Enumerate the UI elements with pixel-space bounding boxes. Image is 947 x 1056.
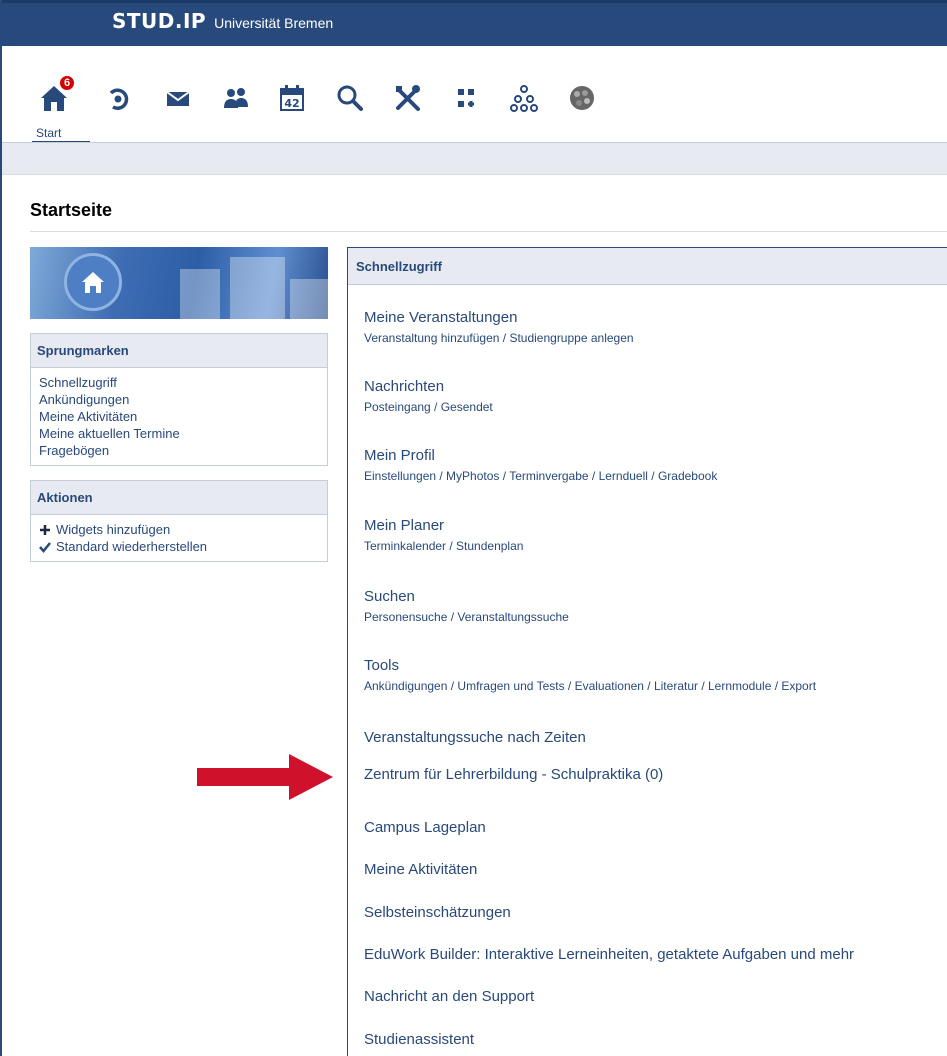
page-title: Startseite <box>30 200 113 220</box>
banner-building <box>230 257 285 319</box>
nav-start[interactable]: 6 <box>36 74 76 116</box>
courseware-icon <box>458 89 474 107</box>
annotation-arrow-icon <box>197 754 333 800</box>
quickaccess-entry: Mein Planer Terminkalender / Stundenplan <box>364 517 523 553</box>
jumpmark-link[interactable]: Schnellzugriff <box>39 374 319 391</box>
quickaccess-sublinks[interactable]: Terminkalender / Stundenplan <box>364 539 523 553</box>
quickaccess-widget: Schnellzugriff Meine Veranstaltungen Ver… <box>347 247 947 1056</box>
banner-building <box>180 269 220 319</box>
quickaccess-entry: Mein Profil Einstellungen / MyPhotos / T… <box>364 447 717 483</box>
jumpmarks-list: Schnellzugriff Ankündigungen Meine Aktiv… <box>31 368 327 465</box>
quickaccess-link[interactable]: Tools <box>364 657 816 674</box>
divider <box>30 231 947 232</box>
banner-building <box>290 279 328 319</box>
calendar-day: 42 <box>284 97 299 110</box>
quickaccess-link[interactable]: Meine Veranstaltungen <box>364 309 634 326</box>
nav-courseware[interactable] <box>448 80 484 116</box>
quickaccess-entry: EduWork Builder: Interaktive Lerneinheit… <box>364 946 854 963</box>
quickaccess-sublinks[interactable]: Posteingang / Gesendet <box>364 400 493 414</box>
quickaccess-link[interactable]: Mein Profil <box>364 447 717 464</box>
action-label: Standard wiederherstellen <box>56 539 208 554</box>
jumpmark-link[interactable]: Fragebögen <box>39 442 319 459</box>
main-navigation: 6 42 Start <box>2 46 947 143</box>
quickaccess-entry: Zentrum für Lehrerbildung - Schulpraktik… <box>364 766 663 783</box>
quickaccess-link[interactable]: Campus Lageplan <box>364 819 486 836</box>
quickaccess-link[interactable]: Nachrichten <box>364 378 493 395</box>
quickaccess-entry: Selbsteinschätzungen <box>364 904 511 921</box>
quickaccess-link[interactable]: Meine Aktivitäten <box>364 861 477 878</box>
quickaccess-sublinks[interactable]: Einstellungen / MyPhotos / Terminvergabe… <box>364 469 717 483</box>
quickaccess-link[interactable]: Suchen <box>364 588 569 605</box>
quickaccess-link[interactable]: Studienassistent <box>364 1031 474 1048</box>
community-icon <box>224 88 248 108</box>
add-widgets-action[interactable]: Widgets hinzufügen <box>39 521 319 538</box>
notification-badge: 6 <box>58 74 76 92</box>
nav-calendar[interactable]: 42 <box>274 80 310 116</box>
jumpmark-link[interactable]: Meine Aktivitäten <box>39 408 319 425</box>
jumpmarks-heading: Sprungmarken <box>31 334 327 368</box>
quickaccess-link[interactable]: Veranstaltungssuche nach Zeiten <box>364 729 586 746</box>
quickaccess-sublinks[interactable]: Veranstaltung hinzufügen / Studiengruppe… <box>364 331 634 345</box>
quickaccess-link[interactable]: Nachricht an den Support <box>364 988 534 1005</box>
avatar-icon <box>570 86 594 110</box>
org-icon <box>510 85 538 112</box>
actions-list: Widgets hinzufügen Standard wiederherste… <box>31 515 327 561</box>
home-icon <box>82 272 104 293</box>
quickaccess-entry: Tools Ankündigungen / Umfragen und Tests… <box>364 657 816 693</box>
quickaccess-entry: Nachrichten Posteingang / Gesendet <box>364 378 493 414</box>
quickaccess-link[interactable]: Selbsteinschätzungen <box>364 904 511 921</box>
mail-icon <box>166 91 190 106</box>
sidebar: Sprungmarken Schnellzugriff Ankündigunge… <box>30 247 328 562</box>
quickaccess-heading: Schnellzugriff <box>348 248 947 285</box>
quickaccess-entry: Meine Veranstaltungen Veranstaltung hinz… <box>364 309 634 345</box>
quickaccess-entry: Veranstaltungssuche nach Zeiten <box>364 729 586 746</box>
calendar-icon: 42 <box>280 85 304 111</box>
sidebar-banner <box>30 247 328 319</box>
actions-widget: Aktionen Widgets hinzufügen Standard wie… <box>30 480 328 562</box>
top-bar: STUD.IP Universität Bremen <box>2 0 947 46</box>
quickaccess-link[interactable]: EduWork Builder: Interaktive Lerneinheit… <box>364 946 854 963</box>
jumpmark-link[interactable]: Ankündigungen <box>39 391 319 408</box>
nav-tools[interactable] <box>390 80 426 116</box>
nav-messages[interactable] <box>160 80 196 116</box>
restore-default-action[interactable]: Standard wiederherstellen <box>39 538 319 555</box>
sub-navigation-bar <box>2 142 947 175</box>
quickaccess-entry: Studienassistent <box>364 1031 474 1048</box>
quickaccess-sublinks[interactable]: Ankündigungen / Umfragen und Tests / Eva… <box>364 679 816 693</box>
nav-organisation[interactable] <box>506 80 542 116</box>
quickaccess-entry: Suchen Personensuche / Veranstaltungssuc… <box>364 588 569 624</box>
quickaccess-sublinks[interactable]: Personensuche / Veranstaltungssuche <box>364 610 569 624</box>
quickaccess-link[interactable]: Mein Planer <box>364 517 523 534</box>
jumpmark-link[interactable]: Meine aktuellen Termine <box>39 425 319 442</box>
actions-heading: Aktionen <box>31 481 327 515</box>
nav-search[interactable] <box>332 80 368 116</box>
quickaccess-entry: Campus Lageplan <box>364 819 486 836</box>
logo-text: STUD.IP <box>112 9 207 33</box>
activity-icon <box>109 88 129 110</box>
plus-icon <box>40 524 50 535</box>
nav-community[interactable] <box>218 80 254 116</box>
nav-start-label[interactable]: Start <box>36 126 61 140</box>
search-icon <box>337 85 363 111</box>
university-name: Universität Bremen <box>214 15 334 31</box>
quickaccess-entry: Nachricht an den Support <box>364 988 534 1005</box>
action-label: Widgets hinzufügen <box>56 522 171 537</box>
quickaccess-entry: Meine Aktivitäten <box>364 861 477 878</box>
nav-activity[interactable] <box>100 80 136 116</box>
banner-home-circle <box>64 253 122 311</box>
nav-avatar[interactable] <box>564 80 600 116</box>
jumpmarks-widget: Sprungmarken Schnellzugriff Ankündigunge… <box>30 333 328 466</box>
quickaccess-link[interactable]: Zentrum für Lehrerbildung - Schulpraktik… <box>364 766 663 783</box>
studip-logo[interactable]: STUD.IP Universität Bremen <box>112 9 333 33</box>
checkmark-icon <box>39 541 51 553</box>
tools-icon <box>396 85 420 111</box>
